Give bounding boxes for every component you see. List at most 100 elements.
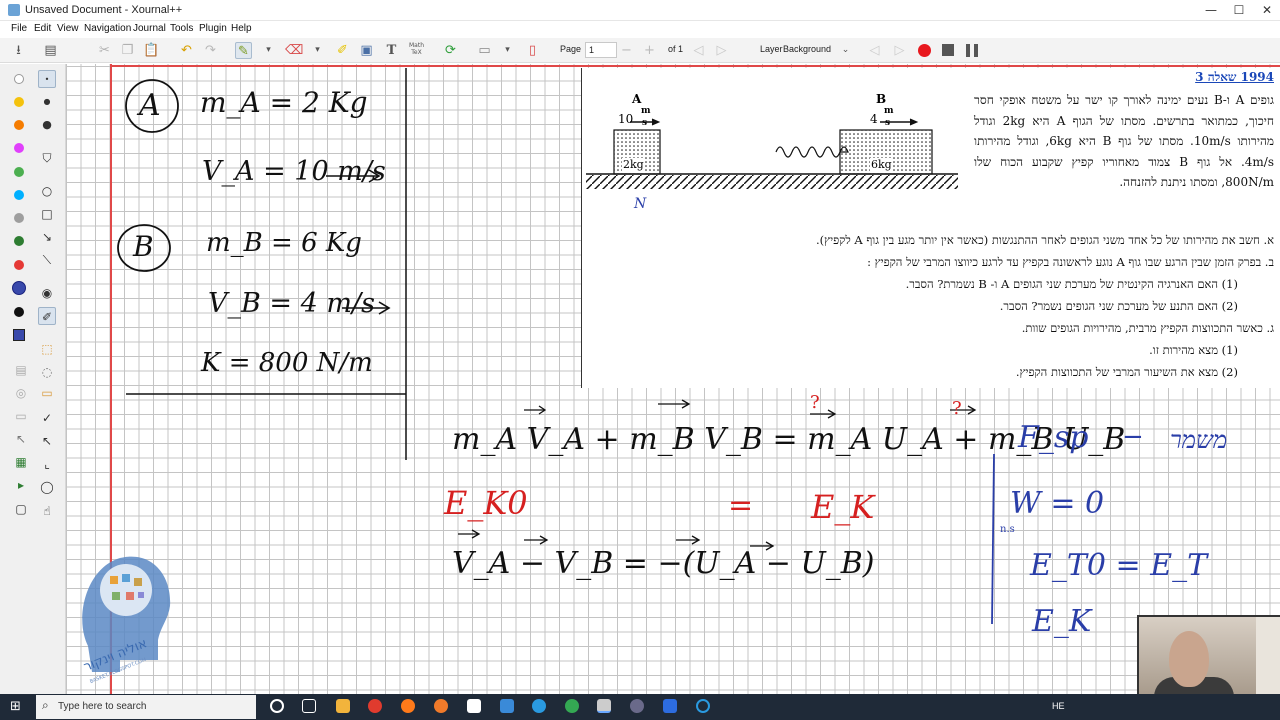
webcam-overlay [1137,615,1280,717]
menu-view[interactable]: View [57,23,79,34]
color-black-swatch[interactable] [14,307,24,317]
page-number-input[interactable]: 1 [585,42,617,58]
edge-icon[interactable] [532,699,546,713]
play-object-icon[interactable]: ▸ [12,476,30,494]
app-blue-ring-icon[interactable] [696,699,710,713]
pen-tool-icon[interactable]: ✎ [235,42,252,59]
menu-help[interactable]: Help [231,23,252,34]
medium-dot-icon[interactable]: ● [38,93,56,111]
audio-icon[interactable]: ◎ [12,384,30,402]
task-view-icon[interactable] [302,699,316,713]
fine-dot-icon[interactable]: • [38,70,56,88]
file-explorer-icon[interactable] [336,699,350,713]
menu-plugin[interactable]: Plugin [199,23,227,34]
eraser-dropdown-icon[interactable]: ▾ [309,42,326,59]
color-light-green-swatch[interactable] [14,167,24,177]
select-object-icon[interactable]: ▭ [38,384,56,402]
close-button[interactable]: ✕ [1252,2,1280,18]
last-page-icon[interactable]: ▷ [713,42,730,59]
firefox-icon[interactable] [401,699,415,713]
record-icon[interactable] [918,44,931,57]
xournal-window: Unsaved Document - Xournal++ — ☐ ✕ File … [0,0,1280,720]
page-next-icon[interactable]: + [641,42,658,59]
taskbar-search[interactable]: ⌕ Type here to search [36,695,256,719]
thick-dot-icon[interactable]: ● [38,116,56,134]
save-icon[interactable]: ⭳ [10,42,27,59]
spring-constant-note: K = 800 N/m [201,348,373,378]
vscode-icon[interactable] [500,699,514,713]
select-region-icon[interactable]: ◌ [38,363,56,381]
refresh-icon[interactable]: ⟳ [442,42,459,59]
image-tool-icon[interactable]: ▣ [358,42,375,59]
notion-icon[interactable] [467,699,481,713]
fullscreen-icon[interactable]: ▢ [12,500,30,518]
highlighter-icon[interactable]: ✐ [334,42,351,59]
layer-icon[interactable]: ▤ [12,361,30,379]
insert-page-icon[interactable]: ▭ [476,42,493,59]
color-green-swatch[interactable] [14,236,24,246]
vertical-space-icon[interactable]: ▭ [12,407,30,425]
windows-start-icon[interactable]: ⊞ [10,700,24,714]
app-red-icon[interactable] [368,699,382,713]
shape-recognizer-icon[interactable]: ✐ [38,307,56,325]
stop-icon[interactable] [942,44,954,56]
menu-tools[interactable]: Tools [170,23,193,34]
color-yellow-swatch[interactable] [14,97,24,107]
layer-select[interactable]: Background [783,44,831,54]
obs-icon[interactable] [630,699,644,713]
fill-bucket-icon[interactable]: ⛉ [38,149,56,167]
text-tool-icon[interactable]: T [383,42,400,59]
color-magenta-swatch[interactable] [14,143,24,153]
page-prev-icon[interactable]: − [618,42,635,59]
grid-icon[interactable]: ▦ [12,453,30,471]
undo-icon[interactable]: ↶ [178,42,195,59]
menu-journal[interactable]: Journal [133,23,166,34]
math-tex-icon[interactable]: Math TeX [408,42,425,59]
new-page-icon[interactable]: ▤ [42,42,59,59]
layer-up-icon[interactable]: ◁ [866,42,883,59]
delete-page-icon[interactable]: ▯ [524,42,541,59]
cut-icon[interactable]: ✂ [96,42,113,59]
chrome-icon[interactable] [565,699,579,713]
xournal-taskbar-icon[interactable] [597,699,611,713]
color-blue-swatch[interactable] [12,281,26,295]
paste-icon[interactable]: 📋 [143,42,160,59]
minimize-button[interactable]: — [1196,2,1226,18]
drawing-canvas[interactable]: A m_A = 2 Kg V_A = 10 m/s B m_B = 6 Kg V… [66,64,1280,694]
color-white-swatch[interactable] [14,74,24,84]
check-icon[interactable]: ✓ [38,409,56,427]
color-orange-swatch[interactable] [14,120,24,130]
eraser-tool-icon[interactable]: ⌫ [285,42,303,59]
hand-tool-icon[interactable]: ☝ [38,502,56,520]
arrow-icon[interactable]: ↘ [38,228,56,246]
pause-icon[interactable] [966,44,979,57]
ellipse-icon[interactable]: ○ [38,182,56,200]
maximize-button[interactable]: ☐ [1224,2,1254,18]
color-light-blue-swatch[interactable] [14,190,24,200]
cortana-icon[interactable] [270,699,284,713]
corner-icon[interactable]: ⌞ [38,455,56,473]
rounded-rect-icon[interactable]: ◯ [38,478,56,496]
line-icon[interactable]: ⟍ [38,251,56,269]
insert-dropdown-icon[interactable]: ▾ [499,42,516,59]
first-page-icon[interactable]: ◁ [690,42,707,59]
pen-dropdown-icon[interactable]: ▾ [260,42,277,59]
layer-down-icon[interactable]: ▷ [891,42,908,59]
menu-file[interactable]: File [11,23,27,34]
menu-edit[interactable]: Edit [34,23,51,34]
layer-dropdown-icon[interactable]: ⌄ [837,42,854,59]
zoom-icon[interactable] [663,699,677,713]
redo-icon[interactable]: ↷ [202,42,219,59]
language-indicator[interactable]: HE [1052,701,1065,711]
blender-icon[interactable] [434,699,448,713]
rectangle-icon[interactable]: □ [38,205,56,223]
pointer-icon[interactable]: ↖ [38,432,56,450]
color-picker-icon[interactable] [13,329,25,341]
ruler-icon[interactable]: ◉ [38,284,56,302]
menu-navigation[interactable]: Navigation [84,23,131,34]
color-red-swatch[interactable] [14,260,24,270]
color-gray-swatch[interactable] [14,213,24,223]
select-rect-icon[interactable]: ⬚ [38,340,56,358]
copy-icon[interactable]: ❐ [119,42,136,59]
hand-select-icon[interactable]: ↖ [12,430,30,448]
